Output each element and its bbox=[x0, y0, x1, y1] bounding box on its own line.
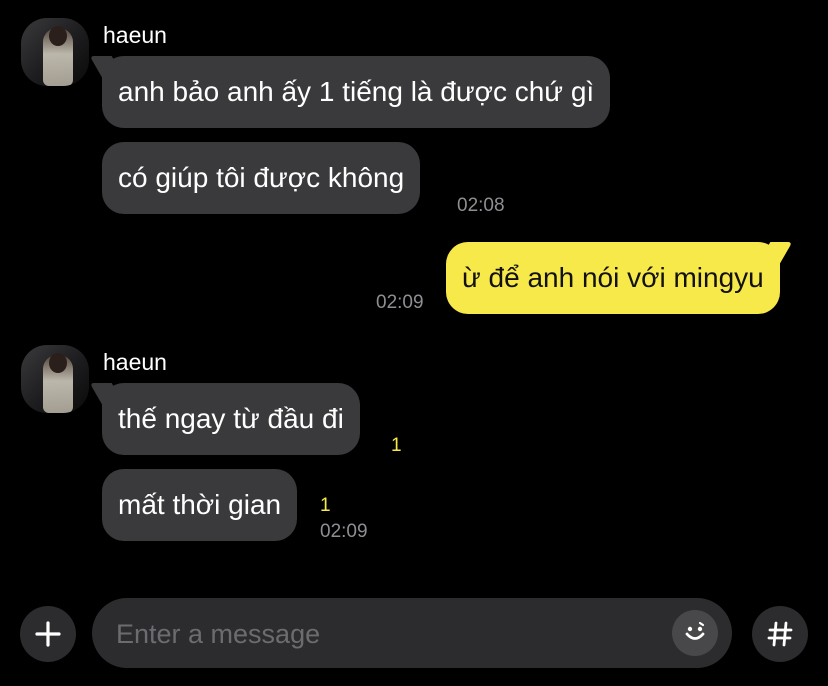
message-text: anh bảo anh ấy 1 tiếng là được chứ gì bbox=[118, 76, 595, 107]
message-bubble[interactable]: có giúp tôi được không bbox=[102, 142, 421, 214]
message-bubble[interactable]: mất thời gian bbox=[102, 469, 298, 541]
unread-count: 1 bbox=[391, 435, 402, 456]
outgoing-message-bubble[interactable]: ừ để anh nói với mingyu bbox=[446, 242, 780, 314]
sender-avatar[interactable] bbox=[21, 345, 89, 413]
plus-icon bbox=[35, 621, 61, 647]
message-bubble[interactable]: anh bảo anh ấy 1 tiếng là được chứ gì bbox=[102, 56, 611, 128]
emoji-button[interactable] bbox=[672, 610, 718, 656]
add-attachment-button[interactable] bbox=[20, 606, 76, 662]
hash-icon bbox=[767, 621, 793, 647]
message-timestamp: 02:08 bbox=[457, 195, 505, 216]
message-timestamp: 02:09 bbox=[320, 521, 368, 542]
message-input-placeholder: Enter a message bbox=[116, 619, 321, 649]
message-text: mất thời gian bbox=[118, 489, 282, 520]
hashtag-button[interactable] bbox=[752, 606, 808, 662]
message-timestamp: 02:09 bbox=[376, 292, 424, 313]
unread-count: 1 bbox=[320, 495, 331, 516]
sender-avatar[interactable] bbox=[21, 18, 89, 86]
message-text: thế ngay từ đầu đi bbox=[118, 403, 344, 434]
message-bubble[interactable]: thế ngay từ đầu đi bbox=[102, 383, 360, 455]
message-text: có giúp tôi được không bbox=[118, 162, 405, 193]
avatar-photo-head bbox=[49, 26, 67, 46]
message-input[interactable]: Enter a message bbox=[92, 598, 732, 668]
avatar-photo-head bbox=[49, 353, 67, 373]
message-text: ừ để anh nói với mingyu bbox=[462, 262, 764, 293]
smiley-icon bbox=[685, 621, 705, 640]
chat-screen: haeun anh bảo anh ấy 1 tiếng là được chứ… bbox=[0, 0, 828, 686]
sender-name: haeun bbox=[103, 349, 167, 375]
sender-name: haeun bbox=[103, 22, 167, 48]
